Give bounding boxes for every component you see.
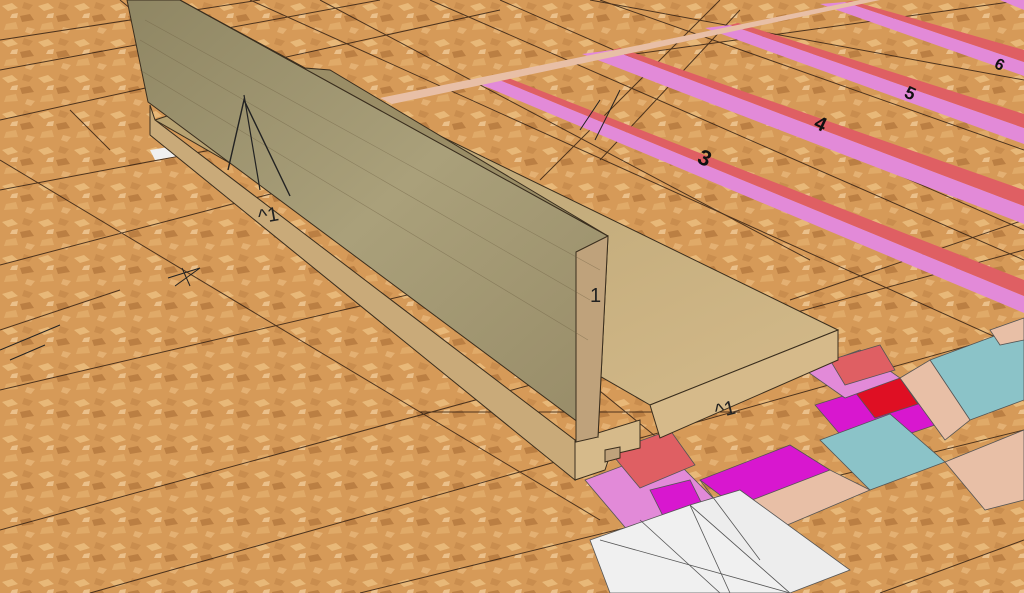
end-pencil-mark: 1 — [590, 285, 601, 307]
wall-pencil-mark: ^1 — [256, 203, 280, 228]
3d-model-viewport[interactable]: 3 4 5 6 ^1 ^1 1 — [0, 0, 1024, 593]
